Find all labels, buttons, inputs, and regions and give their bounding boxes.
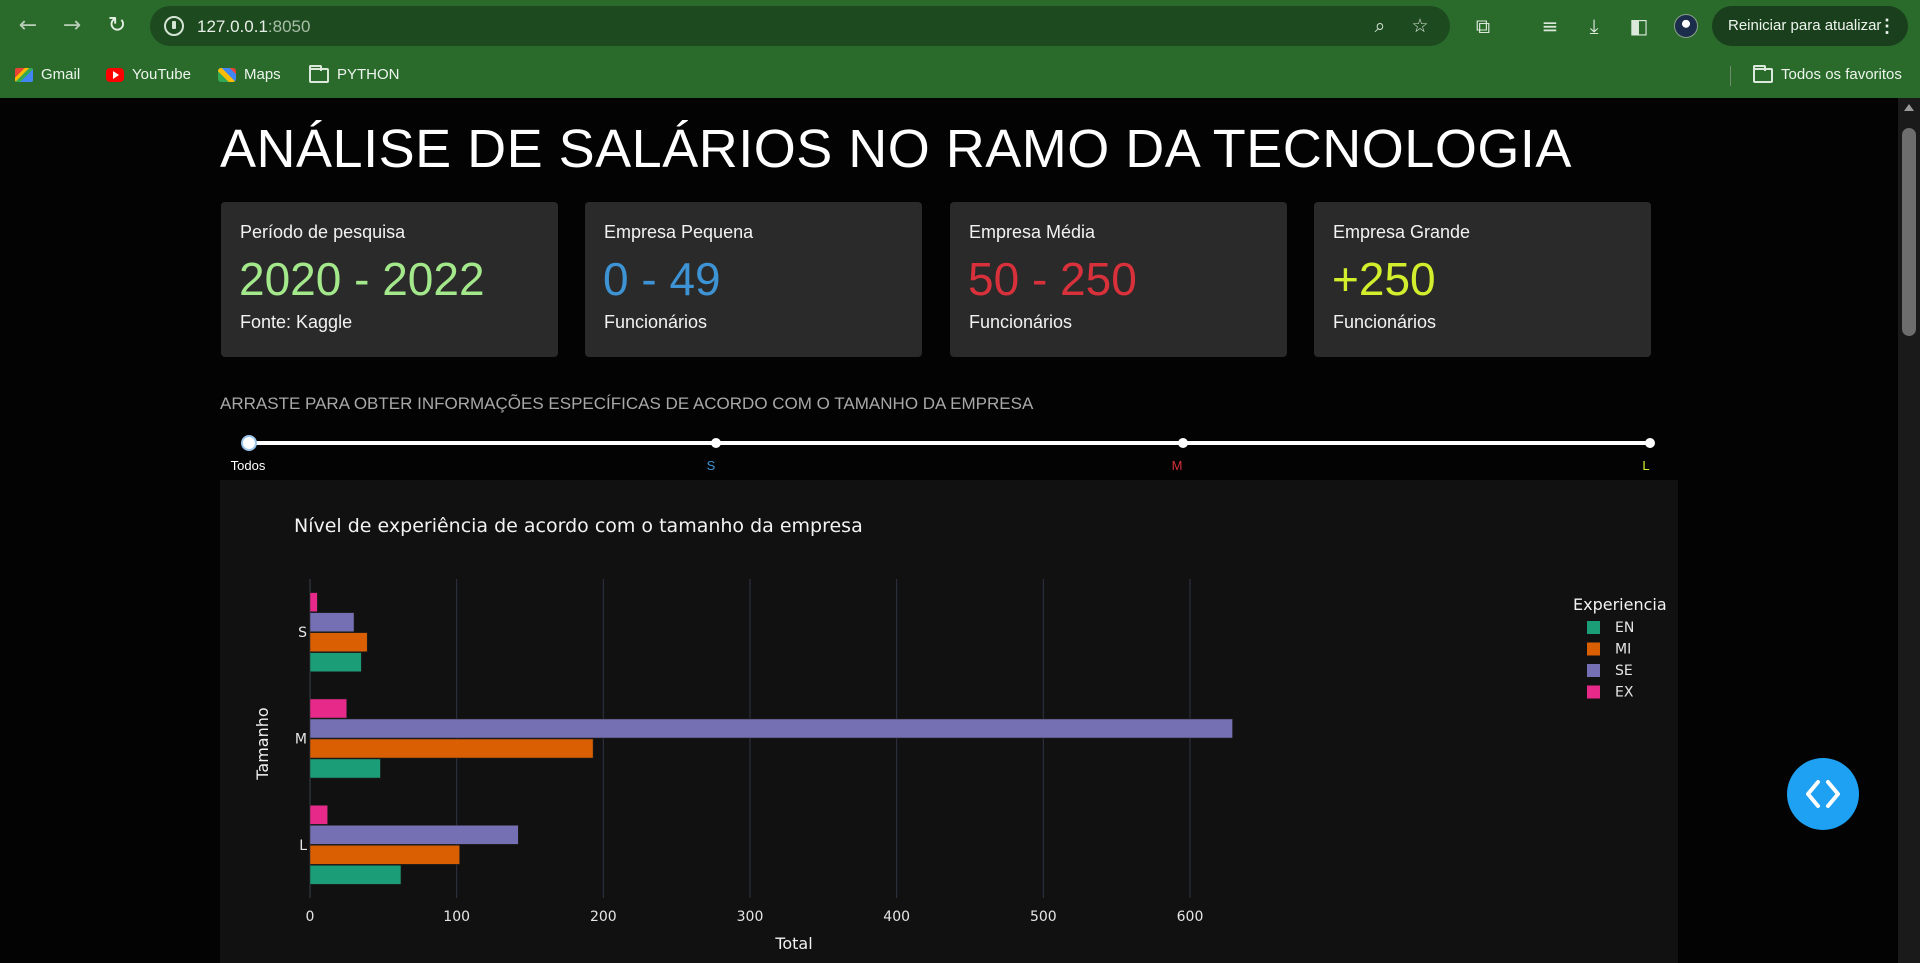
legend-label-se: SE [1615,663,1633,679]
legend-label-ex: EX [1615,685,1634,701]
slider-dot-s[interactable] [711,438,721,448]
scroll-up-arrow-icon[interactable] [1904,104,1914,111]
bar-mi-s [309,632,368,652]
profile-avatar[interactable] [1674,14,1698,38]
card-large-company: Empresa Grande +250 Funcionários [1314,202,1651,357]
reload-icon[interactable]: ↻ [103,12,131,40]
legend-label-mi: MI [1615,642,1631,658]
card-value: 0 - 49 [603,253,721,305]
x-tick-label: 600 [1177,909,1204,925]
back-arrow-icon[interactable]: ← [14,12,42,40]
legend-swatch-en [1587,621,1600,634]
card-research-period: Período de pesquisa 2020 - 2022 Fonte: K… [221,202,558,357]
card-footer: Funcionários [1333,312,1437,332]
dashboard-page: ANÁLISE DE SALÁRIOS NO RAMO DA TECNOLOGI… [0,98,1898,963]
x-tick-label: 0 [306,909,315,925]
bar-se-l [309,825,519,845]
x-axis-title: Total [774,934,812,953]
menu-dots-icon[interactable]: ⋮ [1878,6,1896,46]
chart-title: Nível de experiência de acordo com o tam… [294,515,863,537]
bookmark-youtube[interactable]: YouTube [106,64,191,86]
legend-swatch-ex [1587,685,1600,699]
card-value: 50 - 250 [968,253,1137,305]
card-value: 2020 - 2022 [239,253,485,305]
slider-mark-todos[interactable]: Todos [231,458,266,473]
media-queue-icon[interactable]: ≡ [1537,13,1563,39]
bar-en-s [309,652,362,672]
bar-en-l [309,865,402,885]
page-title: ANÁLISE DE SALÁRIOS NO RAMO DA TECNOLOGI… [220,119,1572,179]
bar-ex-l [309,805,328,825]
slider-mark-l[interactable]: L [1642,458,1649,473]
card-label: Empresa Grande [1333,222,1471,242]
slider-mark-m[interactable]: M [1172,458,1183,473]
dash-debug-button[interactable] [1787,758,1859,830]
code-brackets-icon [1806,780,1840,808]
x-tick-label: 500 [1030,909,1057,925]
bar-se-m [309,718,1233,739]
legend-title: Experiencia [1573,595,1667,614]
legend-label-en: EN [1615,620,1634,636]
all-bookmarks-folder[interactable]: Todos os favoritos [1753,64,1902,86]
bar-ex-m [309,698,347,719]
slider-dot-m[interactable] [1178,438,1188,448]
maps-icon [218,68,236,82]
card-label: Empresa Média [969,222,1096,242]
bar-se-s [309,612,355,632]
card-small-company: Empresa Pequena 0 - 49 Funcionários [585,202,922,357]
site-info-icon[interactable] [164,16,184,36]
bookmark-maps[interactable]: Maps [218,64,281,86]
card-footer: Funcionários [969,312,1073,332]
card-label: Empresa Pequena [604,222,754,242]
x-tick-label: 300 [737,909,764,925]
bar-en-m [309,758,381,779]
slider-handle[interactable] [241,435,257,451]
y-axis-title: Tamanho [253,707,272,780]
legend-swatch-se [1587,664,1600,677]
experience-bar-chart: Nível de experiência de acordo com o tam… [253,515,1667,953]
bookmark-star-icon[interactable]: ☆ [1409,15,1431,37]
bar-mi-m [309,738,594,759]
folder-icon [1753,64,1773,83]
scroll-thumb[interactable] [1902,128,1916,336]
card-medium-company: Empresa Média 50 - 250 Funcionários [950,202,1287,357]
y-tick-label: L [299,838,307,854]
url-text[interactable]: 127.0.0.1:8050 [197,17,310,37]
card-value: +250 [1332,253,1436,305]
restart-to-update-button[interactable]: Reiniciar para atualizar ⋮ [1712,6,1908,46]
bookmark-gmail[interactable]: Gmail [15,64,80,86]
legend-swatch-mi [1587,642,1600,656]
y-tick-label: S [298,625,307,641]
slider-dot-l[interactable] [1645,438,1655,448]
bookmark-python-folder[interactable]: PYTHON [309,64,400,86]
experience-chart-panel: Nível de experiência de acordo com o tam… [220,480,1678,963]
side-panel-icon[interactable]: ◧ [1626,13,1652,39]
youtube-icon [106,68,124,82]
company-size-slider-track[interactable] [248,441,1650,445]
gmail-icon [15,68,33,82]
card-footer: Fonte: Kaggle [240,312,353,332]
card-footer: Funcionários [604,312,708,332]
slider-mark-s[interactable]: S [707,458,716,473]
folder-icon [309,64,329,83]
card-label: Período de pesquisa [240,222,406,242]
bookmarks-divider [1730,66,1731,86]
extensions-icon[interactable]: ⧉ [1470,13,1496,39]
browser-toolbar: ← → ↻ 127.0.0.1:8050 ⌕ ☆ ⧉ ≡ ⤓ ◧ Reinici… [0,0,1920,52]
x-tick-label: 200 [590,909,617,925]
bookmarks-bar: Gmail YouTube Maps PYTHON Todos os favor… [0,52,1920,98]
bar-mi-l [309,845,460,865]
download-icon[interactable]: ⤓ [1581,13,1607,39]
x-tick-label: 100 [443,909,470,925]
zoom-icon[interactable]: ⌕ [1369,15,1391,37]
forward-arrow-icon[interactable]: → [58,12,86,40]
page-scrollbar[interactable] [1898,98,1920,963]
y-tick-label: M [295,732,307,748]
address-bar[interactable]: 127.0.0.1:8050 ⌕ ☆ [150,6,1450,46]
bar-ex-s [309,592,318,612]
slider-caption: ARRASTE PARA OBTER INFORMAÇÕES ESPECÍFIC… [220,394,1034,413]
x-tick-label: 400 [883,909,910,925]
